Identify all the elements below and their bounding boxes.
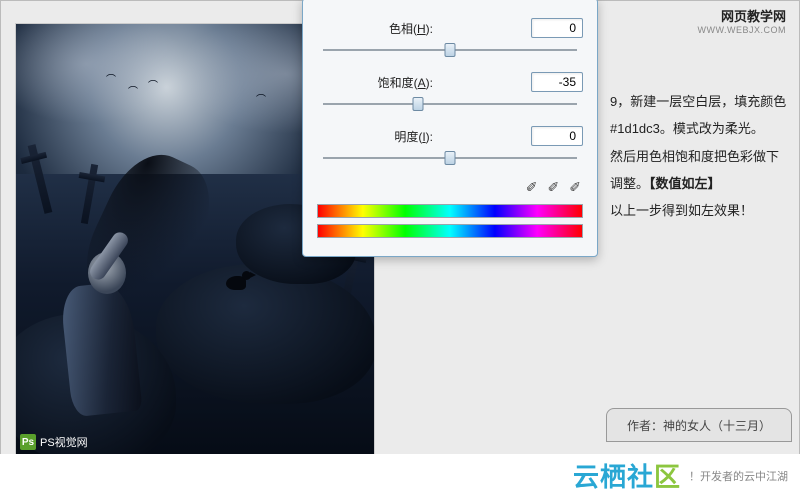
saturation-label: 饱和度(A): xyxy=(317,74,441,91)
tutorial-line2: #1d1dc3。模式改为柔光。 xyxy=(610,115,794,142)
tutorial-line4: 调整。【数值如左】 xyxy=(610,170,794,197)
saturation-input[interactable] xyxy=(531,72,583,92)
tutorial-text: 9，新建一层空白层，填充颜色 #1d1dc3。模式改为柔光。 然后用色相饱和度把… xyxy=(610,88,794,224)
hue-slider[interactable] xyxy=(317,43,583,57)
tutorial-line3: 然后用色相饱和度把色彩做下 xyxy=(610,143,794,170)
watermark-left: Ps PS视觉网 xyxy=(20,434,88,450)
ps-badge: Ps xyxy=(20,434,36,450)
saturation-row: 饱和度(A): xyxy=(317,71,583,93)
hue-input[interactable] xyxy=(531,18,583,38)
hue-row: 色相(H): xyxy=(317,17,583,39)
author-label: 作者：神的女人（十三月） xyxy=(627,417,771,434)
footer-tagline: ！开发者的云中江湖 xyxy=(689,468,788,484)
hue-slider-thumb[interactable] xyxy=(445,43,456,57)
saturation-slider[interactable] xyxy=(317,97,583,111)
tutorial-line5: 以上一步得到如左效果！ xyxy=(610,197,794,224)
hue-label: 色相(H): xyxy=(317,20,441,37)
footer-logo: 云栖社区 xyxy=(573,457,681,494)
lightness-input[interactable] xyxy=(531,126,583,146)
saturation-slider-thumb[interactable] xyxy=(413,97,424,111)
watermark-left-text: PS视觉网 xyxy=(40,434,88,450)
site-attribution: 网页教学网 WWW.WEBJX.COM xyxy=(698,6,787,35)
site-url: WWW.WEBJX.COM xyxy=(698,25,787,35)
footer-brand: 云栖社区 ！开发者的云中江湖 xyxy=(573,457,788,494)
crow xyxy=(226,266,254,290)
hue-strip-bottom xyxy=(317,224,583,238)
lightness-slider[interactable] xyxy=(317,151,583,165)
eyedropper-icon[interactable]: ✐ xyxy=(526,179,538,196)
author-box: 作者：神的女人（十三月） xyxy=(606,408,792,442)
figure-woman xyxy=(44,194,204,414)
eyedropper-tools: ✐ ✐ ✐ xyxy=(317,179,581,196)
lightness-row: 明度(I): xyxy=(317,125,583,147)
hue-strip-top xyxy=(317,204,583,218)
lightness-label: 明度(I): xyxy=(317,128,441,145)
tutorial-line1: 9，新建一层空白层，填充颜色 xyxy=(610,88,794,115)
hue-saturation-dialog: 色相(H): 饱和度(A): 明度(I): ✐ ✐ ✐ xyxy=(302,0,598,257)
eyedropper-subtract-icon[interactable]: ✐ xyxy=(569,179,581,196)
site-title: 网页教学网 xyxy=(698,6,787,25)
eyedropper-add-icon[interactable]: ✐ xyxy=(548,179,560,196)
lightness-slider-thumb[interactable] xyxy=(445,151,456,165)
